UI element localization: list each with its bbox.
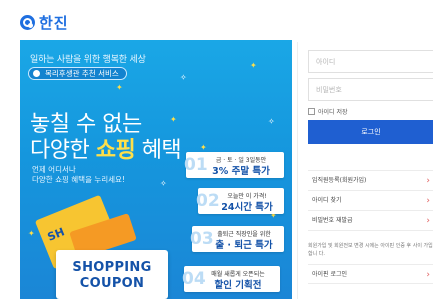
chevron-right-icon: › bbox=[426, 270, 430, 280]
hanjin-logo-icon bbox=[20, 15, 35, 30]
login-button[interactable]: 로그인 bbox=[308, 120, 433, 144]
promo-card-commute[interactable]: 03 출퇴근 직장인을 위한 출 · 퇴근 특가 bbox=[190, 226, 284, 252]
promo-card-24h[interactable]: 02 오늘만 이 가격! 24시간 특가 bbox=[196, 188, 284, 214]
ipin-login-link[interactable]: 아이핀 로그인 › bbox=[308, 264, 433, 284]
link-label: 아이핀 로그인 bbox=[312, 271, 348, 278]
promo-title: 3% 주말 특가 bbox=[212, 166, 270, 177]
link-label: 아이디 찾기 bbox=[312, 197, 342, 204]
coupon-line1: SHOPPING bbox=[72, 260, 152, 275]
shopping-coupon-card[interactable]: SHOPPING COUPON bbox=[56, 250, 168, 299]
chevron-right-icon: › bbox=[426, 216, 430, 226]
id-field[interactable] bbox=[308, 50, 433, 73]
sparkle-icon: ✧ bbox=[268, 117, 275, 126]
shopping-banner[interactable]: 일하는 사람을 위한 행복한 세상 복리후생관 추천 서비스 ✦ ✧ ✦ ✦ ✧… bbox=[20, 40, 292, 299]
logo-text: 한진 bbox=[39, 14, 69, 32]
page: 한진 일하는 사람을 위한 행복한 세상 복리후생관 추천 서비스 ✦ ✧ ✦ … bbox=[0, 0, 433, 299]
promo-title: 할인 기획전 bbox=[214, 280, 262, 291]
headline-highlight: 쇼핑 bbox=[95, 138, 136, 163]
sparkle-icon: ✧ bbox=[180, 73, 187, 82]
login-panel: 아이디 저장 로그인 임직원등록(회원가입) › 아이디 찾기 › 비밀번호 재… bbox=[297, 42, 433, 299]
password-field[interactable] bbox=[308, 78, 433, 101]
promo-title: 24시간 특가 bbox=[221, 202, 273, 213]
headline-prefix: 다양한 bbox=[30, 138, 96, 163]
promo-card-monthly[interactable]: 04 매월 새롭게 오픈되는 할인 기획전 bbox=[182, 266, 280, 292]
sparkle-icon: ✧ bbox=[160, 179, 167, 188]
save-id-checkbox[interactable] bbox=[308, 108, 315, 115]
link-label: 임직원등록(회원가입) bbox=[312, 177, 367, 184]
sparkle-icon: ✦ bbox=[170, 115, 177, 124]
chevron-right-icon: › bbox=[426, 176, 430, 186]
promo-card-weekend[interactable]: 01 금 · 토 · 일 3일동안 3% 주말 특가 bbox=[184, 152, 284, 178]
find-id-link[interactable]: 아이디 찾기 › bbox=[308, 191, 433, 211]
save-id-label: 아이디 저장 bbox=[318, 109, 348, 116]
reset-password-link[interactable]: 비밀번호 재발급 › bbox=[308, 211, 433, 231]
sparkle-icon: ✦ bbox=[250, 61, 257, 70]
link-label: 비밀번호 재발급 bbox=[312, 217, 353, 224]
banner-tagline: 일하는 사람을 위한 행복한 세상 bbox=[30, 55, 146, 65]
header: 한진 bbox=[0, 0, 433, 38]
chevron-right-icon: › bbox=[426, 196, 430, 206]
account-links: 임직원등록(회원가입) › 아이디 찾기 › 비밀번호 재발급 › bbox=[308, 170, 433, 231]
sparkle-icon: ✦ bbox=[116, 83, 123, 92]
headline-suffix: 혜택 bbox=[135, 138, 182, 163]
ipin-notice: 회원가입 및 회원전보 변경 시에는 아이핀 인증 후 사이 가입합니 다. bbox=[308, 243, 433, 257]
coupon-line2: COUPON bbox=[79, 276, 145, 291]
sparkle-icon: ✦ bbox=[28, 229, 35, 238]
banner-headline-line2: 다양한 쇼핑 혜택 bbox=[30, 132, 182, 164]
save-id-option[interactable]: 아이디 저장 bbox=[308, 107, 348, 116]
banner-sub-line2: 다양한 쇼핑 혜택을 누리세요! bbox=[32, 175, 125, 184]
logo[interactable]: 한진 bbox=[20, 12, 69, 33]
promo-title: 출 · 퇴근 특가 bbox=[215, 240, 273, 251]
id-input[interactable] bbox=[309, 51, 433, 72]
signup-link[interactable]: 임직원등록(회원가입) › bbox=[308, 171, 433, 191]
service-pill[interactable]: 복리후생관 추천 서비스 bbox=[28, 67, 127, 80]
sparkle-icon: ✦ bbox=[200, 143, 207, 152]
password-input[interactable] bbox=[309, 79, 433, 100]
